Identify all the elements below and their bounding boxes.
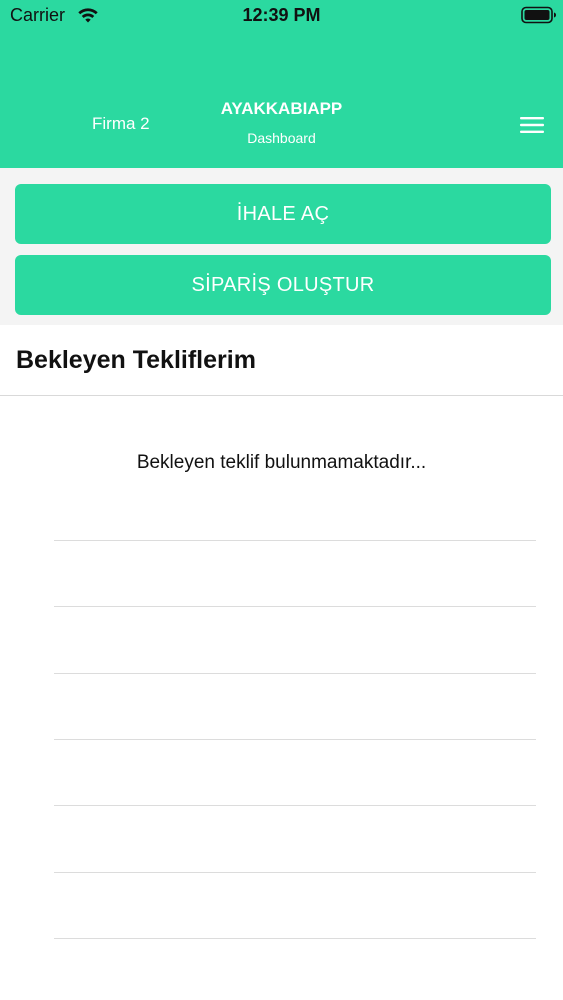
page-subtitle: Dashboard [247, 130, 316, 146]
status-bar: Carrier 12:39 PM [0, 0, 563, 34]
list-separator [54, 805, 536, 806]
list-separator [54, 540, 536, 541]
list-separator [54, 606, 536, 607]
action-buttons-area: İHALE AÇ SİPARİŞ OLUŞTUR [0, 168, 563, 325]
section-title: Bekleyen Tekliflerim [16, 346, 256, 374]
section-divider [0, 395, 563, 396]
list-separator [54, 739, 536, 740]
hamburger-menu-icon[interactable] [518, 114, 546, 136]
status-time: 12:39 PM [242, 5, 321, 25]
open-tender-button[interactable]: İHALE AÇ [15, 184, 551, 244]
app-title: AYAKKABIAPP [220, 99, 343, 118]
empty-state-message: Bekleyen teklif bulunmamaktadır... [136, 452, 427, 473]
list-separator [54, 673, 536, 674]
list-separator [54, 938, 536, 939]
list-separator [54, 872, 536, 873]
create-order-button[interactable]: SİPARİŞ OLUŞTUR [15, 255, 551, 315]
battery-icon [521, 6, 556, 24]
header: Carrier 12:39 PM Firma 2 AYAKKABIAPP Das… [0, 0, 563, 168]
